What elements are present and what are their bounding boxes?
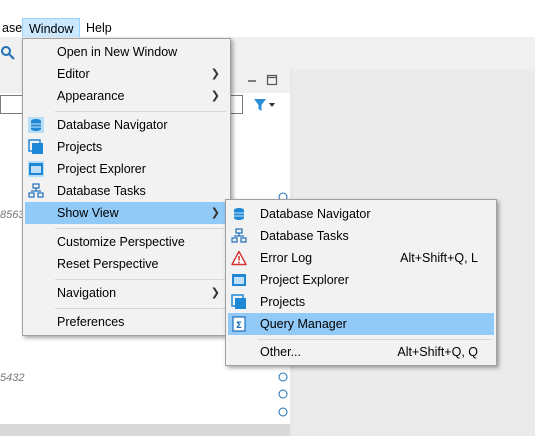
maximize-icon[interactable] <box>266 74 278 86</box>
menu-item-navigation[interactable]: Navigation ❯ <box>25 282 228 304</box>
menu-separator <box>55 111 226 112</box>
database-navigator-icon <box>28 117 44 133</box>
menu-item-project-explorer[interactable]: Project Explorer <box>25 158 228 180</box>
status-strip <box>0 424 290 436</box>
menu-separator <box>55 279 226 280</box>
window-menu: Open in New Window Editor ❯ Appearance ❯… <box>22 38 231 336</box>
chevron-right-icon: ❯ <box>210 90 220 102</box>
submenu-item-project-explorer[interactable]: Project Explorer <box>228 269 494 291</box>
chevron-right-icon: ❯ <box>210 287 220 299</box>
filter-icon[interactable] <box>253 97 275 113</box>
chevron-right-icon: ❯ <box>210 68 220 80</box>
lock-icon <box>278 407 288 417</box>
submenu-item-query-manager[interactable]: Σ Query Manager <box>228 313 494 335</box>
submenu-item-projects[interactable]: Projects <box>228 291 494 313</box>
submenu-item-database-navigator[interactable]: Database Navigator <box>228 203 494 225</box>
menu-item-customize-perspective[interactable]: Customize Perspective <box>25 231 228 253</box>
menu-item-open-new-window[interactable]: Open in New Window <box>25 41 228 63</box>
shortcut-label: Alt+Shift+Q, L <box>400 251 478 265</box>
database-tasks-icon <box>28 183 44 198</box>
menu-separator <box>258 339 492 340</box>
lock-icon <box>278 372 288 382</box>
project-explorer-icon <box>28 161 44 177</box>
svg-text:Σ: Σ <box>236 321 242 331</box>
bg-connection-port: 5432 <box>0 372 25 384</box>
menu-item-projects[interactable]: Projects <box>25 136 228 158</box>
lock-icon <box>278 389 288 399</box>
menu-item-show-view[interactable]: Show View ❯ <box>25 202 228 224</box>
submenu-item-other[interactable]: Other... Alt+Shift+Q, Q <box>228 341 494 363</box>
minimize-icon[interactable] <box>246 75 258 87</box>
projects-icon <box>231 294 246 309</box>
menu-item-editor[interactable]: Editor ❯ <box>25 63 228 85</box>
warning-icon <box>231 250 247 266</box>
menu-item-appearance[interactable]: Appearance ❯ <box>25 85 228 107</box>
query-manager-icon: Σ <box>232 316 246 332</box>
database-tasks-icon <box>231 228 247 243</box>
submenu-item-database-tasks[interactable]: Database Tasks <box>228 225 494 247</box>
menu-item-database-navigator[interactable]: Database Navigator <box>25 114 228 136</box>
projects-icon <box>28 139 43 154</box>
menu-separator <box>55 228 226 229</box>
menu-help[interactable]: Help <box>80 18 118 38</box>
menu-item-preferences[interactable]: Preferences <box>25 311 228 333</box>
menu-separator <box>55 308 226 309</box>
shortcut-label: Alt+Shift+Q, Q <box>397 345 478 359</box>
bg-connection-port: 8563 <box>0 209 25 221</box>
show-view-submenu: Database Navigator Database Tasks Error … <box>225 199 497 366</box>
project-explorer-icon <box>232 274 246 286</box>
database-navigator-icon <box>234 208 244 220</box>
menu-bar: ase Window Help <box>0 0 535 38</box>
menu-item-database-tasks[interactable]: Database Tasks <box>25 180 228 202</box>
submenu-item-error-log[interactable]: Error Log Alt+Shift+Q, L <box>228 247 494 269</box>
search-icon[interactable] <box>0 45 16 61</box>
menu-item-reset-perspective[interactable]: Reset Perspective <box>25 253 228 275</box>
chevron-right-icon: ❯ <box>210 207 220 219</box>
menu-window[interactable]: Window <box>22 18 81 38</box>
